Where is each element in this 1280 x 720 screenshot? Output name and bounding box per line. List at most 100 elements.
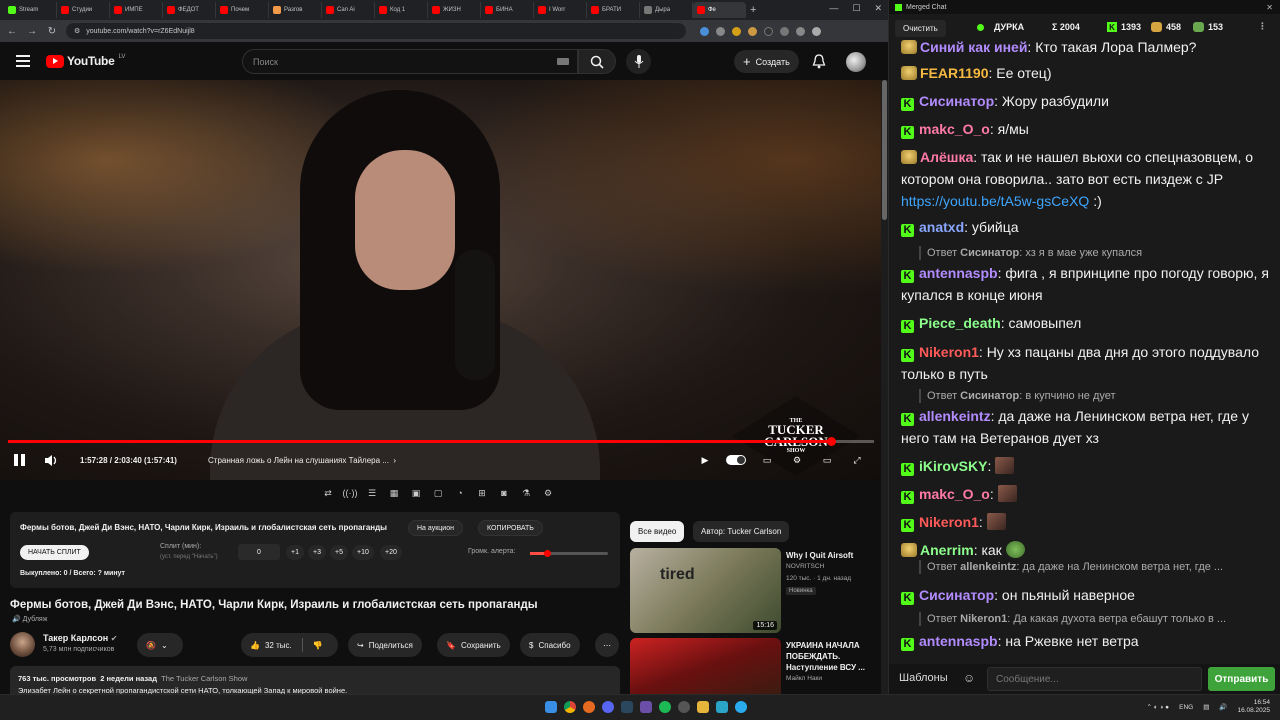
- chat-message[interactable]: KiKirovSKY:: [901, 455, 1273, 477]
- chat-message[interactable]: Kantennaspb: фига , я впринципе про пого…: [901, 262, 1273, 306]
- like-count[interactable]: 32 тыс.: [265, 641, 292, 650]
- extension-icon[interactable]: [748, 26, 757, 36]
- chat-message[interactable]: K Сисинатор: он пьяный наверное: [901, 584, 1273, 606]
- create-button[interactable]: + Создать: [734, 50, 799, 73]
- reply-context[interactable]: Ответ allenkeintz: да даже на Ленинском …: [919, 560, 1267, 574]
- telegram-icon[interactable]: [735, 701, 747, 713]
- discord-icon[interactable]: [602, 701, 614, 713]
- copy-button[interactable]: КОПИРОВАТЬ: [478, 520, 543, 536]
- loop-icon[interactable]: ⇄: [320, 486, 336, 500]
- site-info-icon[interactable]: ⚙: [74, 27, 80, 35]
- close-icon[interactable]: ✕: [1266, 3, 1273, 12]
- voice-search-button[interactable]: [626, 49, 651, 74]
- alert-volume-slider[interactable]: [530, 550, 608, 557]
- like-icon[interactable]: 👍: [250, 641, 260, 650]
- chat-link[interactable]: https://youtu.be/tA5w-gsCeXQ: [901, 193, 1089, 209]
- add-box-icon[interactable]: ⊞: [474, 486, 490, 500]
- browser-tab[interactable]: Студии: [57, 2, 110, 18]
- speed-icon[interactable]: ◔: [452, 486, 468, 500]
- chat-message[interactable]: Kanatxd: убийца: [901, 216, 1273, 238]
- download-icon[interactable]: [796, 26, 805, 36]
- chat-message[interactable]: Синий как иней: Кто такая Лора Палмер?: [901, 36, 1273, 58]
- more-button[interactable]: ⋯: [595, 633, 619, 657]
- obs-icon[interactable]: [678, 701, 690, 713]
- subtitles-icon[interactable]: ▭: [758, 453, 776, 467]
- autoplay-toggle[interactable]: [726, 455, 746, 465]
- account-avatar[interactable]: [846, 52, 866, 72]
- cinema-icon[interactable]: ▢: [430, 486, 446, 500]
- chat-message-list[interactable]: Синий как иней: Кто такая Лора Палмер? FE…: [889, 36, 1280, 660]
- flask-icon[interactable]: ⚗: [518, 486, 534, 500]
- bell-icon[interactable]: [812, 54, 826, 69]
- increment-button[interactable]: +1: [286, 545, 304, 560]
- chat-username[interactable]: FEAR1190: [920, 65, 988, 81]
- browser-tab[interactable]: Разгов: [269, 2, 322, 18]
- send-button[interactable]: Отправить: [1208, 667, 1275, 691]
- chat-message[interactable]: Anerrim: как: [901, 539, 1273, 561]
- browser-tab[interactable]: ИМПЕ: [110, 2, 163, 18]
- slider-knob[interactable]: [544, 550, 552, 557]
- dislike-icon[interactable]: 👎: [313, 641, 323, 650]
- video-player[interactable]: THE TUCKER CARLSON SHOW: [0, 80, 882, 480]
- camera-icon[interactable]: ◙: [496, 486, 512, 500]
- app-icon[interactable]: [716, 701, 728, 713]
- save-button[interactable]: 🔖 Сохранить: [437, 633, 510, 657]
- broadcast-icon[interactable]: ((·)): [342, 486, 358, 500]
- reply-context[interactable]: Ответ Nikeron1: Да какая духота ветра еб…: [919, 612, 1267, 626]
- video-progress-bar[interactable]: [8, 437, 874, 446]
- more-icon[interactable]: ⋮: [1258, 21, 1267, 32]
- video-thumbnail[interactable]: [630, 638, 781, 694]
- chat-username[interactable]: allenkeintz: [919, 408, 991, 424]
- browser-icon[interactable]: [583, 701, 595, 713]
- address-bar[interactable]: ⚙ youtube.com/watch?v=rZ6EdNuijl8: [66, 23, 686, 39]
- page-scrollbar[interactable]: [881, 80, 888, 694]
- recommended-video[interactable]: tired 15:16 Why I Quit Airsoft NOVRITSCH…: [630, 548, 880, 633]
- chat-username[interactable]: Nikeron1: [919, 514, 979, 530]
- pause-icon[interactable]: [14, 454, 25, 466]
- chrome-icon[interactable]: [564, 701, 576, 713]
- tray-icons[interactable]: ⌃ ◐ ◑ ●: [1146, 703, 1169, 711]
- new-tab-button[interactable]: +: [750, 4, 756, 16]
- start-icon[interactable]: [545, 701, 557, 713]
- chat-username[interactable]: anatxd: [919, 219, 964, 235]
- forward-icon[interactable]: →: [26, 26, 38, 37]
- browser-tab[interactable]: ЖИЗН: [428, 2, 481, 18]
- chat-username[interactable]: Anerrim: [920, 542, 974, 558]
- chat-message[interactable]: Kallenkeintz: да даже на Ленинском ветра…: [901, 405, 1273, 449]
- browser-tab[interactable]: БИНА: [481, 2, 534, 18]
- minimize-icon[interactable]: —: [829, 3, 838, 14]
- browser-tab[interactable]: Can Ai: [322, 2, 375, 18]
- chat-username[interactable]: makc_O_o: [919, 121, 990, 137]
- chat-username[interactable]: Piece_death: [919, 315, 1001, 331]
- thanks-button[interactable]: $ Спасибо: [520, 633, 580, 657]
- reload-icon[interactable]: ↻: [46, 26, 58, 37]
- browser-tab[interactable]: Код 1: [375, 2, 428, 18]
- chip-author[interactable]: Автор: Tucker Carlson: [693, 521, 790, 542]
- extension-icon[interactable]: [780, 26, 789, 36]
- chat-message[interactable]: Kantennaspb: на Ржевке нет ветра: [901, 630, 1273, 652]
- chat-username[interactable]: Сисинатор: [919, 93, 994, 109]
- chapter-title[interactable]: Странная ложь о Лейн на слушаниях Тайлер…: [208, 456, 396, 465]
- chat-username[interactable]: iKirovSKY: [919, 458, 987, 474]
- chat-message[interactable]: Kmakc_O_o:: [901, 483, 1273, 505]
- channel-avatar[interactable]: [10, 632, 35, 657]
- smile-icon[interactable]: ☺: [963, 671, 975, 685]
- split-minutes-input[interactable]: 0: [238, 544, 280, 560]
- browser-tab[interactable]: Stream: [4, 2, 57, 18]
- browser-tab[interactable]: Дыра: [640, 2, 693, 18]
- frame-icon[interactable]: ▣: [408, 486, 424, 500]
- chat-username[interactable]: antennaspb: [919, 633, 998, 649]
- increment-button[interactable]: +5: [330, 545, 348, 560]
- extension-icon[interactable]: [700, 26, 709, 36]
- video-thumbnail[interactable]: tired 15:16: [630, 548, 781, 633]
- language-indicator[interactable]: ENG: [1179, 704, 1193, 711]
- close-icon[interactable]: ✕: [874, 3, 882, 14]
- progress-scrubber[interactable]: [826, 437, 836, 446]
- templates-button[interactable]: Шаблоны: [899, 672, 948, 684]
- settings-icon[interactable]: ⚙: [788, 453, 806, 467]
- reply-context[interactable]: Ответ Сисинатор: в купчино не дует: [919, 389, 1267, 403]
- reply-context[interactable]: Ответ Сисинатор: хз я в мае уже купался: [919, 246, 1267, 260]
- menu-icon[interactable]: [16, 55, 30, 67]
- back-icon[interactable]: ←: [6, 26, 18, 37]
- maximize-icon[interactable]: ☐: [852, 3, 860, 14]
